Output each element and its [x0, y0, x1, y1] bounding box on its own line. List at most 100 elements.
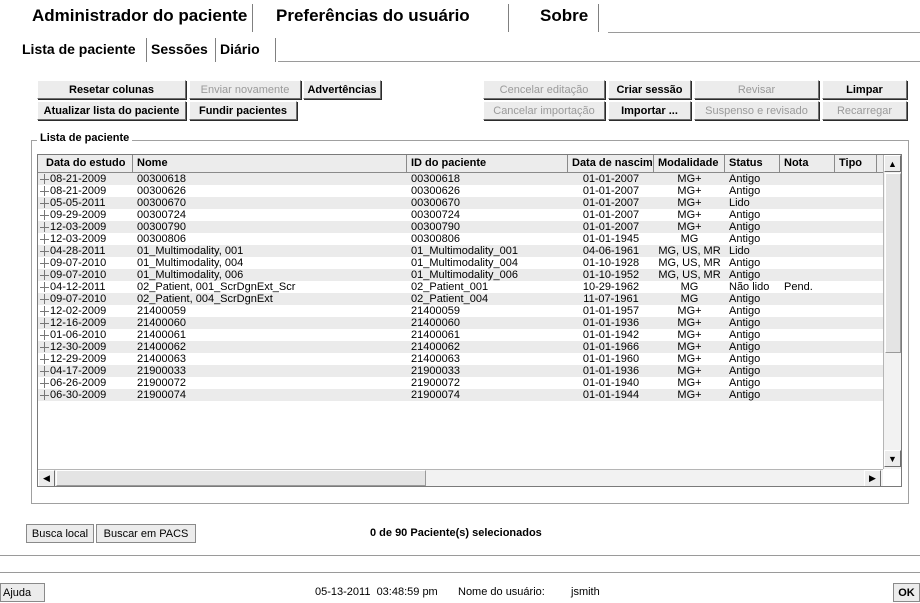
help-button[interactable]: Ajuda: [0, 583, 45, 602]
table-row[interactable]: 04-17-2009 21900033 21900033 01-01-1936 MG+ A…: [38, 365, 883, 377]
tab-about[interactable]: Sobre: [524, 0, 604, 32]
cell-patient-id: 21400062: [411, 341, 460, 353]
cell-status: Antigo: [729, 305, 761, 317]
vertical-scrollbar[interactable]: ▲ ▼: [883, 155, 901, 469]
col-status[interactable]: Status: [725, 155, 780, 172]
col-birth-date[interactable]: Data de nascimento: [568, 155, 654, 172]
cell-modality: MG: [680, 233, 699, 245]
cell-study-date: 12-30-2009: [50, 341, 107, 353]
table-row[interactable]: 05-05-2011 00300670 00300670 01-01-2007 MG+ L…: [38, 197, 883, 209]
table-row[interactable]: 09-07-2010 02_Patient, 004_ScrDgnExt 02_Pa…: [38, 293, 883, 305]
review-button[interactable]: Revisar: [694, 80, 819, 99]
subtab-sessions[interactable]: Sessões: [151, 38, 215, 60]
col-modality[interactable]: Modalidade: [654, 155, 725, 172]
cell-birth-date: 10-29-1962: [582, 281, 640, 293]
table-row[interactable]: 09-29-2009 00300724 00300724 01-01-2007 MG+ A…: [38, 209, 883, 221]
cell-patient-id: 00300618: [411, 173, 460, 185]
table-row[interactable]: 09-07-2010 01_Multimodality, 004 01_Multim…: [38, 257, 883, 269]
tab-user-preferences[interactable]: Preferências do usuário: [260, 0, 508, 32]
plus-expand-icon[interactable]: [40, 222, 49, 232]
clear-button[interactable]: Limpar: [822, 80, 907, 99]
table-row[interactable]: 12-02-2009 21400059 21400059 01-01-1957 MG+ A…: [38, 305, 883, 317]
cell-patient-id: 00300806: [411, 233, 460, 245]
table-row[interactable]: 04-28-2011 01_Multimodality, 001 01_Multim…: [38, 245, 883, 257]
table-body: 08-21-2009 00300618 00300618 01-01-2007 MG+ A…: [38, 173, 883, 469]
cell-birth-date: 11-07-1961: [583, 293, 639, 305]
plus-expand-icon[interactable]: [40, 198, 49, 208]
merge-patients-button[interactable]: Fundir pacientes: [189, 101, 297, 120]
create-session-button[interactable]: Criar sessão: [608, 80, 691, 99]
table-row[interactable]: 09-07-2010 01_Multimodality, 006 01_Multim…: [38, 269, 883, 281]
table-row[interactable]: 12-29-2009 21400063 21400063 01-01-1960 MG+ A…: [38, 353, 883, 365]
cell-status: Antigo: [729, 389, 761, 401]
col-study-date[interactable]: Data do estudo: [38, 155, 133, 172]
warnings-button[interactable]: Advertências: [303, 80, 381, 99]
plus-expand-icon[interactable]: [40, 366, 49, 376]
table-row[interactable]: 06-26-2009 21900072 21900072 01-01-1940 MG+ A…: [38, 377, 883, 389]
horizontal-scroll-thumb[interactable]: [56, 470, 426, 486]
resend-button[interactable]: Enviar novamente: [189, 80, 301, 99]
suspend-review-button[interactable]: Suspenso e revisado: [694, 101, 819, 120]
subtab-journal[interactable]: Diário: [220, 38, 274, 60]
reset-columns-button[interactable]: Resetar colunas: [37, 80, 186, 99]
table-row[interactable]: 12-30-2009 21400062 21400062 01-01-1966 MG+ A…: [38, 341, 883, 353]
cell-patient-id: 21900072: [411, 377, 460, 389]
plus-expand-icon[interactable]: [40, 342, 49, 352]
plus-expand-icon[interactable]: [40, 246, 49, 256]
cell-study-date: 08-21-2009: [50, 185, 107, 197]
cancel-import-button[interactable]: Cancelar importação: [483, 101, 605, 120]
table-row[interactable]: 01-06-2010 21400061 21400061 01-01-1942 MG+ A…: [38, 329, 883, 341]
table-row[interactable]: 12-03-2009 00300790 00300790 01-01-2007 MG+ A…: [38, 221, 883, 233]
tab-patient-admin[interactable]: Administrador do paciente: [16, 0, 252, 32]
cell-modality: MG: [680, 281, 699, 293]
plus-expand-icon[interactable]: [40, 354, 49, 364]
vertical-scroll-thumb[interactable]: [885, 173, 901, 353]
cell-status: Antigo: [729, 329, 761, 341]
subtab-patient-list[interactable]: Lista de paciente: [22, 38, 146, 60]
ok-button[interactable]: OK: [893, 583, 920, 602]
plus-expand-icon[interactable]: [40, 210, 49, 220]
right-arrow-icon[interactable]: ▶: [864, 470, 881, 486]
cell-birth-date: 01-01-1936: [582, 365, 640, 377]
col-name[interactable]: Nome: [133, 155, 407, 172]
pacs-search-button[interactable]: Buscar em PACS: [96, 524, 196, 543]
table-row[interactable]: 08-21-2009 00300618 00300618 01-01-2007 MG+ A…: [38, 173, 883, 185]
subtabbar-baseline: [278, 61, 920, 62]
plus-expand-icon[interactable]: [40, 186, 49, 196]
local-search-button[interactable]: Busca local: [26, 524, 94, 543]
left-arrow-icon[interactable]: ◀: [38, 470, 55, 486]
table-row[interactable]: 08-21-2009 00300626 00300626 01-01-2007 MG+ A…: [38, 185, 883, 197]
cell-birth-date: 01-01-1940: [582, 377, 640, 389]
col-note[interactable]: Nota: [780, 155, 835, 172]
reload-button[interactable]: Recarregar: [822, 101, 907, 120]
cell-modality: MG+: [677, 185, 702, 197]
plus-expand-icon[interactable]: [40, 174, 49, 184]
plus-expand-icon[interactable]: [40, 282, 49, 292]
table-row[interactable]: 12-16-2009 21400060 21400060 01-01-1936 MG+ A…: [38, 317, 883, 329]
up-arrow-icon[interactable]: ▲: [884, 155, 901, 172]
plus-expand-icon[interactable]: [40, 294, 49, 304]
plus-expand-icon[interactable]: [40, 378, 49, 388]
down-arrow-icon[interactable]: ▼: [884, 450, 901, 467]
plus-expand-icon[interactable]: [40, 330, 49, 340]
table-row[interactable]: 04-12-2011 02_Patient, 001_ScrDgnExt_Scr 0…: [38, 281, 883, 293]
horizontal-scrollbar[interactable]: ◀ ▶: [38, 469, 883, 486]
table-row[interactable]: 06-30-2009 21900074 21900074 01-01-1944 MG+ A…: [38, 389, 883, 401]
import-button[interactable]: Importar ...: [608, 101, 691, 120]
plus-expand-icon[interactable]: [40, 258, 49, 268]
refresh-patient-list-button[interactable]: Atualizar lista do paciente: [37, 101, 186, 120]
plus-expand-icon[interactable]: [40, 270, 49, 280]
tabbar-baseline: [608, 32, 920, 33]
col-patient-id[interactable]: ID do paciente: [407, 155, 568, 172]
plus-expand-icon[interactable]: [40, 390, 49, 400]
plus-expand-icon[interactable]: [40, 306, 49, 316]
cell-birth-date: 01-01-1944: [582, 389, 640, 401]
cell-name: 01_Multimodality, 001: [137, 245, 244, 257]
plus-expand-icon[interactable]: [40, 234, 49, 244]
col-type[interactable]: Tipo: [835, 155, 877, 172]
plus-expand-icon[interactable]: [40, 318, 49, 328]
cancel-edit-button[interactable]: Cencelar editação: [483, 80, 605, 99]
table-row[interactable]: 12-03-2009 00300806 00300806 01-01-1945 MG An…: [38, 233, 883, 245]
cell-note: [784, 197, 834, 209]
cell-birth-date: 01-01-1942: [582, 329, 640, 341]
